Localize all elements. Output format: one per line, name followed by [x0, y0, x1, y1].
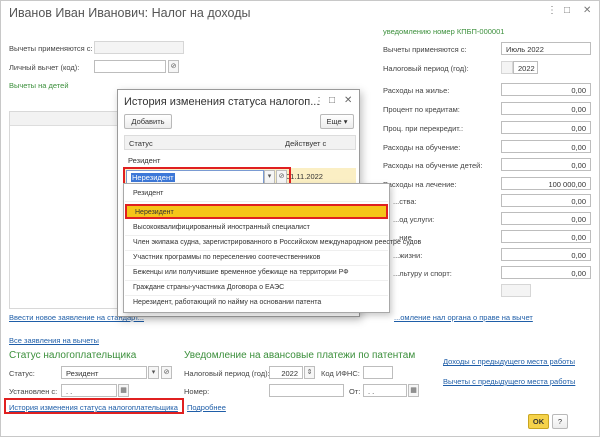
link-icon[interactable]: ⊘ [161, 366, 172, 379]
more-actions-button[interactable]: Еще ▾ [320, 114, 354, 129]
close-icon[interactable]: ✕ [344, 95, 352, 106]
dropdown-item[interactable]: Беженцы или получившие временное убежище… [125, 266, 388, 281]
table-row-date: 01.11.2022 [286, 172, 323, 181]
calendar-icon[interactable]: ▦ [118, 384, 129, 397]
established-label: Установлен с: [9, 387, 58, 396]
ifns-label: Код ИФНС: [321, 369, 360, 378]
chevron-down-icon: ▾ [343, 117, 348, 126]
chevron-down-icon[interactable]: ▾ [148, 366, 159, 379]
expense-label: ...од услуги: [393, 215, 435, 224]
right-deductions-from-field[interactable]: Июль 2022 [501, 42, 591, 55]
expense-field[interactable]: 0,00 [501, 248, 591, 261]
history-link-highlight [4, 398, 184, 414]
tax-period-field[interactable]: 2022 [513, 61, 538, 74]
stepper-icon[interactable]: ⇕ [304, 366, 315, 379]
children-deductions-link[interactable]: Вычеты на детей [9, 81, 69, 90]
more-details-link[interactable]: Подробнее [187, 403, 226, 412]
advance-section-title: Уведомление на авансовые платежи по пате… [184, 350, 416, 361]
expense-field[interactable]: 0,00 [501, 83, 591, 96]
col-effective-header: Действует с [285, 139, 327, 148]
tax-period-label: Налоговый период (год): [383, 64, 469, 73]
dropdown-item[interactable]: Член экипажа судна, зарегистрированного … [125, 236, 421, 251]
col-status-header: Статус [129, 139, 153, 148]
dropdown-item[interactable]: Резидент [125, 187, 388, 202]
from-label: От: [349, 387, 361, 396]
right-deductions-from-label: Вычеты применяются с: [383, 45, 467, 54]
advance-period-field[interactable]: 2022 [269, 366, 303, 379]
dropdown-item[interactable]: Высококвалифицированный иностранный спец… [125, 221, 388, 236]
table-header: Статус Действует с [124, 135, 356, 150]
prev-deductions-link[interactable]: Вычеты с предыдущего места работы [443, 377, 575, 386]
expense-field[interactable]: 0,00 [501, 230, 591, 243]
dialog-title: История изменения статуса налогоп... [124, 96, 320, 108]
link-icon[interactable]: ⊘ [168, 60, 179, 73]
ifns-field[interactable] [363, 366, 393, 379]
status-field[interactable]: Резидент [61, 366, 147, 379]
more-icon[interactable]: ⋮ [547, 5, 557, 16]
expense-label: Расходы на жилье: [383, 86, 450, 95]
more-icon[interactable]: ⋮ [314, 96, 324, 107]
dropdown-item[interactable]: Граждане страны-участника Договора о ЕАЭ… [125, 281, 388, 296]
status-label: Статус: [9, 369, 35, 378]
dropdown-item[interactable]: Нерезидент, работающий по найму на основ… [125, 296, 388, 311]
expense-field[interactable]: 100 000,00 [501, 177, 591, 190]
expense-label: Расходы на лечение: [383, 180, 457, 189]
number-label: Номер: [184, 387, 210, 396]
expense-field[interactable]: 0,00 [501, 158, 591, 171]
empty-field[interactable] [501, 284, 531, 297]
ok-button[interactable]: OK [528, 414, 549, 429]
add-button[interactable]: Добавить [124, 114, 172, 129]
prev-income-link[interactable]: Доходы с предыдущего места работы [443, 357, 575, 366]
expense-field[interactable]: 0,00 [501, 140, 591, 153]
expense-label: Расходы на обучение: [383, 143, 461, 152]
expense-field[interactable]: 0,00 [501, 212, 591, 225]
personal-deduction-label: Личный вычет (код): [9, 63, 80, 72]
from-field[interactable]: . . [363, 384, 407, 397]
tax-authority-notice-link[interactable]: ...омление нал органа о праве на вычет [394, 313, 533, 322]
personal-deduction-field[interactable] [94, 60, 166, 73]
more-actions-label: Еще [326, 117, 342, 126]
expense-label: ...льтуру и спорт: [393, 269, 452, 278]
maximize-icon[interactable]: □ [564, 5, 570, 16]
expense-label: Проц. при перекредит.: [383, 124, 464, 133]
table-row-status[interactable]: Резидент [128, 156, 160, 165]
established-field[interactable]: . . [61, 384, 117, 397]
status-dropdown: Резидент Нерезидент Высококвалифицирован… [123, 183, 421, 313]
maximize-icon[interactable]: □ [329, 95, 335, 106]
expense-label: ...ства: [393, 197, 417, 206]
all-applications-link[interactable]: Все заявления на вычеты [9, 336, 99, 345]
expense-label: Процент по кредитам: [383, 105, 460, 114]
tax-period-stepper[interactable] [501, 61, 513, 74]
deductions-from-label: Вычеты применяются с: [9, 44, 93, 53]
calendar-icon[interactable]: ▦ [408, 384, 419, 397]
dropdown-item-selected[interactable]: Нерезидент [125, 204, 388, 219]
expense-label: ...жизни: [393, 251, 423, 260]
status-section-title: Статус налогоплательщика [9, 350, 137, 361]
close-icon[interactable]: ✕ [583, 5, 591, 16]
expense-field[interactable]: 0,00 [501, 266, 591, 279]
window-title: Иванов Иван Иванович: Налог на доходы [9, 6, 251, 20]
number-field[interactable] [269, 384, 344, 397]
expense-field[interactable]: 0,00 [501, 102, 591, 115]
dropdown-item[interactable]: Участник программы по переселению соотеч… [125, 251, 388, 266]
notice-label: уведомлению номер КПБП-000001 [383, 27, 505, 36]
advance-period-label: Налоговый период (год): [184, 369, 270, 378]
children-table [9, 111, 119, 309]
expense-field[interactable]: 0,00 [501, 194, 591, 207]
expense-field[interactable]: 0,00 [501, 121, 591, 134]
expense-label: Расходы на обучение детей: [383, 161, 483, 170]
help-button[interactable]: ? [552, 414, 568, 429]
deductions-from-field[interactable] [94, 41, 184, 54]
